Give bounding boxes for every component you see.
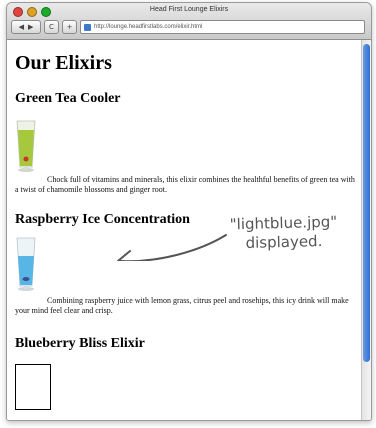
browser-window: Head First Lounge Elixirs ◀ ▶ C + http:/…	[6, 2, 372, 421]
elixir-description: Chock full of vitamins and minerals, thi…	[15, 175, 355, 194]
lightblue-glass-image	[16, 237, 36, 291]
annotation-line-2: displayed.	[245, 231, 323, 252]
elixir-description: Combining raspberry juice with lemon gra…	[15, 296, 349, 315]
address-bar[interactable]: http://lounge.headfirstlabs.com/elixir.h…	[80, 20, 365, 34]
favicon-icon	[84, 23, 91, 31]
title-bar: Head First Lounge Elixirs ◀ ▶ C + http:/…	[7, 3, 371, 40]
vertical-scrollbar[interactable]	[361, 40, 371, 420]
back-forward-buttons[interactable]: ◀ ▶	[11, 20, 41, 34]
handwritten-annotation: "lightblue.jpg" displayed.	[230, 213, 338, 254]
window-title: Head First Lounge Elixirs	[149, 6, 229, 13]
forward-arrow-icon[interactable]: ▶	[28, 23, 33, 31]
toolbar: ◀ ▶ C + http://lounge.headfirstlabs.com/…	[11, 19, 365, 35]
add-bookmark-button[interactable]: +	[62, 20, 77, 34]
scrollbar-thumb[interactable]	[363, 44, 370, 362]
reload-button[interactable]: C	[44, 20, 59, 34]
elixir-name: Green Tea Cooler	[15, 91, 121, 106]
annotation-arrow-icon	[117, 234, 227, 261]
green-tea-glass-image	[16, 120, 36, 172]
broken-image-placeholder	[15, 364, 51, 410]
elixir-name: Blueberry Bliss Elixir	[15, 336, 145, 351]
back-arrow-icon[interactable]: ◀	[19, 23, 24, 31]
page-title: Our Elixirs	[15, 52, 112, 74]
url-text: http://lounge.headfirstlabs.com/elixir.h…	[94, 24, 203, 30]
